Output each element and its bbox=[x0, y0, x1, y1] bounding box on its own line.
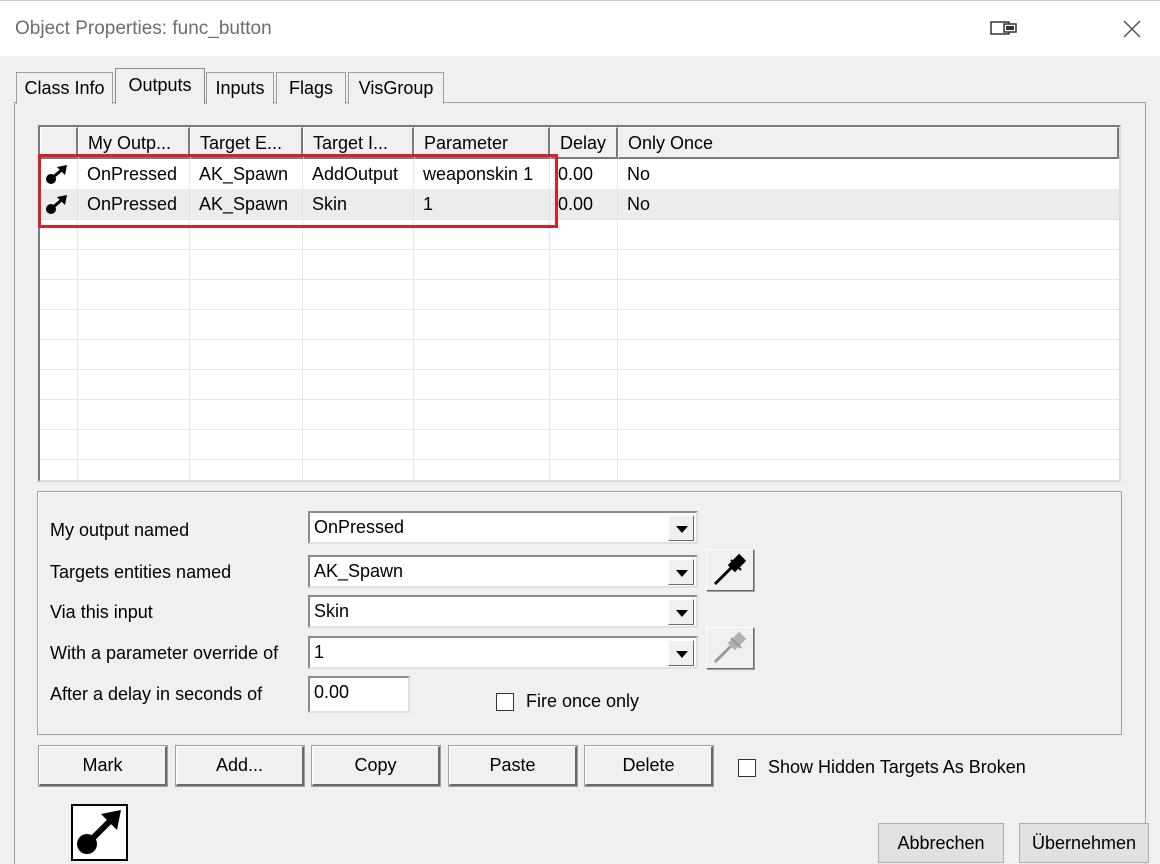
fire-once-checkbox[interactable] bbox=[496, 693, 514, 711]
grid-line bbox=[40, 459, 1119, 460]
eyedropper-button-disabled[interactable] bbox=[706, 627, 754, 669]
cell-only-once: No bbox=[627, 194, 651, 214]
grid-line bbox=[40, 399, 1119, 400]
selection-highlight bbox=[38, 154, 558, 228]
show-hidden-label: Show Hidden Targets As Broken bbox=[768, 757, 1026, 777]
tab-flags[interactable]: Flags bbox=[276, 72, 346, 104]
via-input-value: Skin bbox=[314, 601, 350, 621]
eyedropper-icon bbox=[713, 631, 747, 664]
paste-button[interactable]: Paste bbox=[449, 746, 577, 786]
mark-button[interactable]: Mark bbox=[39, 746, 167, 786]
parameter-override-combo[interactable]: 1 bbox=[308, 636, 698, 669]
chevron-down-icon[interactable] bbox=[668, 515, 694, 541]
grid-line bbox=[40, 339, 1119, 340]
window-title: Object Properties: func_button bbox=[15, 18, 272, 39]
add-button[interactable]: Add... bbox=[176, 746, 304, 786]
title-bar: Object Properties: func_button bbox=[0, 0, 1160, 56]
parameter-override-value: 1 bbox=[314, 642, 325, 662]
chevron-down-icon[interactable] bbox=[668, 640, 694, 666]
copy-button[interactable]: Copy bbox=[312, 746, 440, 786]
via-input-label: Via this input bbox=[50, 602, 153, 622]
chevron-down-icon[interactable] bbox=[668, 559, 694, 585]
eyedropper-icon bbox=[713, 553, 747, 586]
eyedropper-button[interactable] bbox=[706, 549, 754, 591]
output-named-label: My output named bbox=[50, 520, 190, 540]
delay-value: 0.00 bbox=[314, 682, 350, 702]
tab-inputs[interactable]: Inputs bbox=[206, 72, 274, 104]
tab-outputs[interactable]: Outputs bbox=[115, 68, 205, 104]
target-entities-value: AK_Spawn bbox=[314, 561, 404, 581]
chevron-down-icon[interactable] bbox=[668, 599, 694, 625]
output-named-combo[interactable]: OnPressed bbox=[308, 511, 698, 544]
fire-once-label: Fire once only bbox=[526, 691, 640, 711]
output-icon-preview bbox=[71, 804, 128, 861]
grid-line bbox=[40, 279, 1119, 280]
via-input-combo[interactable]: Skin bbox=[308, 595, 698, 628]
delete-button[interactable]: Delete bbox=[585, 746, 713, 786]
output-named-value: OnPressed bbox=[314, 517, 405, 537]
show-hidden-checkbox[interactable] bbox=[738, 759, 756, 777]
grid-line bbox=[40, 309, 1119, 310]
delay-field[interactable]: 0.00 bbox=[308, 676, 410, 713]
target-entities-combo[interactable]: AK_Spawn bbox=[308, 555, 698, 588]
cell-only-once: No bbox=[627, 164, 651, 184]
cancel-button[interactable]: Abbrechen bbox=[878, 823, 1004, 863]
column-header-delay[interactable]: Delay bbox=[550, 127, 618, 159]
tab-visgroup[interactable]: VisGroup bbox=[348, 72, 444, 104]
delay-label: After a delay in seconds of bbox=[50, 684, 263, 704]
output-connection-icon bbox=[77, 810, 121, 854]
grid-line bbox=[617, 159, 618, 480]
apply-button[interactable]: Übernehmen bbox=[1019, 823, 1149, 863]
tab-class-info[interactable]: Class Info bbox=[16, 72, 113, 104]
parameter-override-label: With a parameter override of bbox=[50, 643, 279, 663]
column-header-only-once[interactable]: Only Once bbox=[618, 127, 1119, 159]
target-entities-label: Targets entities named bbox=[50, 562, 232, 582]
grid-line bbox=[40, 429, 1119, 430]
grid-line bbox=[40, 249, 1119, 250]
restore-window-icon[interactable] bbox=[990, 20, 1018, 36]
close-icon[interactable] bbox=[1120, 17, 1144, 41]
grid-line bbox=[40, 369, 1119, 370]
